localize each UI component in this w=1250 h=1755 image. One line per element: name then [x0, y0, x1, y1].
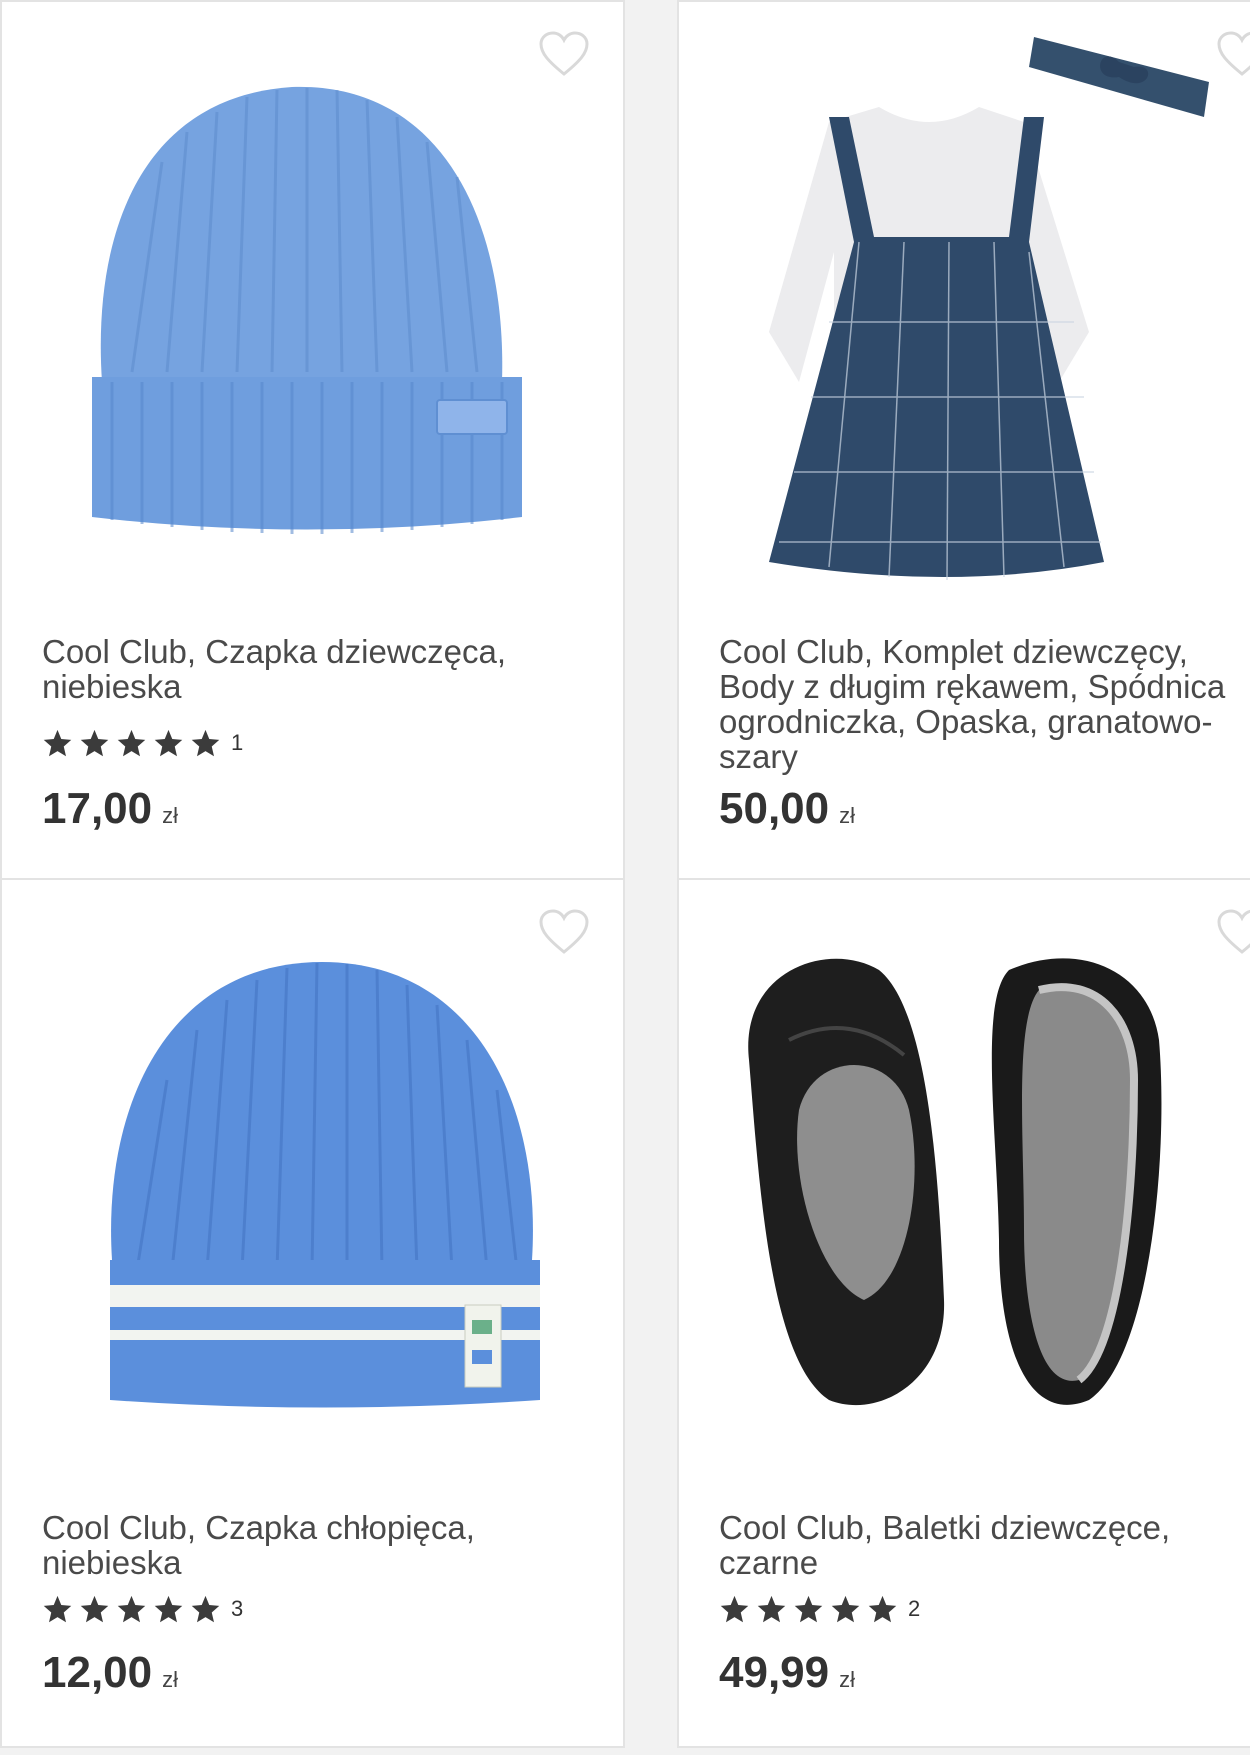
product-card[interactable]: Cool Club, Czapka chłopięca, niebieska 3… [0, 878, 625, 1748]
price-value: 17,00 [42, 784, 153, 833]
product-price: 12,00 zł [42, 1648, 178, 1698]
product-image[interactable] [679, 2, 1250, 602]
product-rating: 1 [42, 728, 243, 758]
rating-count: 2 [908, 1596, 921, 1621]
star-icon [80, 729, 109, 757]
star-icon [831, 1595, 860, 1623]
product-title[interactable]: Cool Club, Baletki dziewczęce, czarne [719, 1510, 1250, 1580]
price-currency: zł [162, 1667, 178, 1692]
product-title-line: Body z długim rękawem, Spódnica [719, 668, 1226, 705]
star-icon [43, 1595, 72, 1623]
price-value: 49,99 [719, 1648, 830, 1697]
heart-outline-icon[interactable] [1216, 30, 1250, 78]
product-title[interactable]: Cool Club, Komplet dziewczęcy, Body z dł… [719, 634, 1250, 774]
product-card[interactable]: Cool Club, Komplet dziewczęcy, Body z dł… [677, 0, 1250, 880]
product-title-line: Cool Club, Czapka dziewczęca, [42, 633, 507, 670]
star-icon [80, 1595, 109, 1623]
product-title[interactable]: Cool Club, Czapka chłopięca, niebieska [42, 1510, 582, 1580]
product-card[interactable]: Cool Club, Baletki dziewczęce, czarne 2 … [677, 878, 1250, 1748]
product-title-line: Cool Club, Komplet dziewczęcy, [719, 633, 1188, 670]
star-icon [794, 1595, 823, 1623]
price-value: 50,00 [719, 784, 830, 833]
heart-outline-icon[interactable] [538, 30, 590, 78]
heart-outline-icon[interactable] [1216, 908, 1250, 956]
star-icon [868, 1595, 897, 1623]
price-value: 12,00 [42, 1648, 153, 1697]
product-price: 50,00 zł [719, 784, 855, 834]
product-title-line: ogrodniczka, Opaska, granatowo- [719, 703, 1213, 740]
star-icon [191, 729, 220, 757]
product-rating: 3 [42, 1594, 243, 1624]
product-title-line: niebieska [42, 668, 182, 705]
product-title-line: niebieska [42, 1544, 182, 1581]
product-title-line: Cool Club, Czapka chłopięca, [42, 1509, 475, 1546]
star-icon [117, 1595, 146, 1623]
product-image[interactable] [2, 2, 623, 602]
star-icon [757, 1595, 786, 1623]
product-title[interactable]: Cool Club, Czapka dziewczęca, niebieska [42, 634, 582, 704]
product-image[interactable] [2, 880, 623, 1480]
star-icon [43, 729, 72, 757]
product-title-line: szary [719, 738, 798, 775]
product-rating: 2 [719, 1594, 920, 1624]
product-image[interactable] [679, 880, 1250, 1480]
product-price: 17,00 zł [42, 784, 178, 834]
product-card[interactable]: Cool Club, Czapka dziewczęca, niebieska … [0, 0, 625, 880]
star-icon [117, 729, 146, 757]
product-title-line: Cool Club, Baletki dziewczęce, [719, 1509, 1171, 1546]
product-price: 49,99 zł [719, 1648, 855, 1698]
rating-count: 3 [231, 1596, 244, 1621]
price-currency: zł [839, 803, 855, 828]
rating-count: 1 [231, 730, 244, 755]
star-icon [154, 729, 183, 757]
heart-outline-icon[interactable] [538, 908, 590, 956]
product-title-line: czarne [719, 1544, 819, 1581]
price-currency: zł [839, 1667, 855, 1692]
star-icon [720, 1595, 749, 1623]
star-icon [191, 1595, 220, 1623]
star-icon [154, 1595, 183, 1623]
price-currency: zł [162, 803, 178, 828]
